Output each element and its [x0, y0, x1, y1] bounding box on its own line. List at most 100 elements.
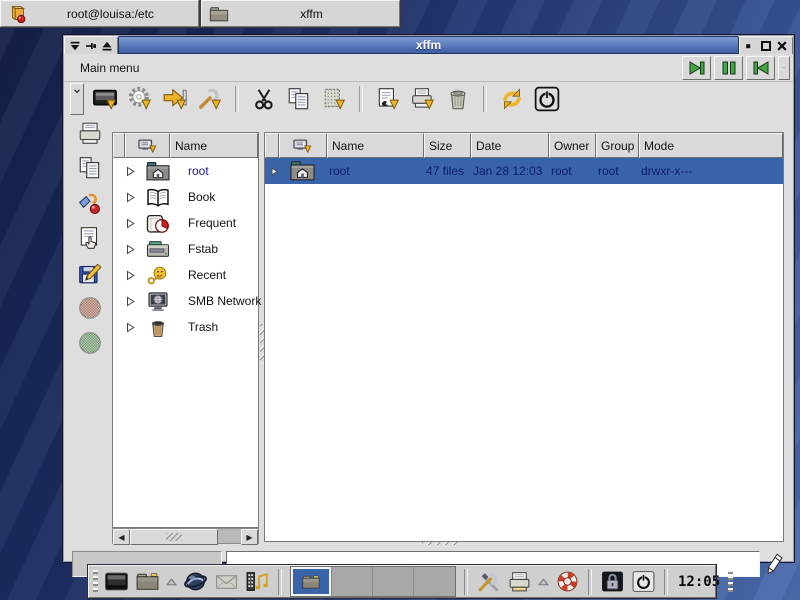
tree-header-icon-button[interactable]	[125, 133, 170, 158]
panel-grip-right[interactable]	[728, 570, 733, 594]
tree-item-recent[interactable]: Recent	[113, 262, 258, 288]
settings-launcher-icon[interactable]	[476, 569, 501, 594]
window-body: Main menu ·	[64, 54, 793, 561]
cell-owner: root	[549, 164, 596, 178]
files-header-icon-button[interactable]	[279, 133, 327, 158]
tree-item-trash[interactable]: Trash	[113, 314, 258, 340]
scrollbar-track[interactable]	[218, 529, 241, 543]
scroll-right-arrow[interactable]: ▶	[241, 529, 258, 545]
files-header-corner[interactable]	[265, 133, 279, 158]
toolbar-separator	[235, 86, 239, 112]
file-row-root[interactable]: root 47 files Jan 28 12:03 root root drw…	[265, 158, 783, 184]
scroll-nav-buttons: ·	[682, 56, 790, 80]
pause-button[interactable]	[714, 56, 743, 80]
column-header-owner[interactable]: Owner	[549, 133, 596, 158]
window-menu-icon[interactable]	[69, 40, 81, 52]
workspace-1[interactable]	[291, 567, 332, 596]
iconify-icon[interactable]	[744, 40, 756, 52]
workspace-3[interactable]	[373, 567, 414, 596]
tree-item-fstab[interactable]: Fstab	[113, 236, 258, 262]
panel-separator	[588, 569, 592, 595]
red-sphere-icon[interactable]	[77, 295, 103, 321]
paste-button[interactable]	[320, 85, 348, 113]
terminal-button[interactable]	[91, 85, 119, 113]
expander-icon[interactable]	[125, 218, 136, 229]
copy-button[interactable]	[285, 85, 313, 113]
expander-icon[interactable]	[125, 192, 136, 203]
expander-icon[interactable]	[125, 296, 136, 307]
scroll-back-button[interactable]	[746, 56, 775, 80]
panel-clock: 12:05	[676, 574, 722, 590]
folder-icon	[208, 3, 230, 25]
workspace-2[interactable]	[332, 567, 373, 596]
popup-arrow-icon[interactable]	[166, 577, 177, 587]
titlebar[interactable]: xffm	[64, 36, 793, 54]
refresh-button[interactable]	[498, 85, 526, 113]
file-manager-launcher-icon[interactable]	[135, 569, 160, 594]
mail-launcher-icon[interactable]	[214, 569, 239, 594]
column-header-group[interactable]: Group	[596, 133, 639, 158]
save-side-icon[interactable]	[77, 260, 103, 286]
expander-icon[interactable]	[270, 166, 279, 177]
cut-button[interactable]	[250, 85, 278, 113]
quit-button[interactable]	[533, 85, 561, 113]
book-icon	[145, 187, 171, 208]
trash-button[interactable]	[444, 85, 472, 113]
eraser-icon[interactable]	[764, 551, 786, 577]
xffm-window: xffm Main menu ·	[62, 34, 795, 563]
column-header-mode[interactable]: Mode	[639, 133, 783, 158]
quit-panel-icon[interactable]	[631, 569, 656, 594]
toolbar-collapse-button[interactable]	[70, 83, 84, 115]
green-sphere-icon[interactable]	[77, 330, 103, 356]
frequent-icon	[145, 213, 171, 234]
run-side-icon[interactable]	[77, 190, 103, 216]
copy-side-icon[interactable]	[77, 155, 103, 181]
expander-icon[interactable]	[125, 322, 136, 333]
tools-button[interactable]	[196, 85, 224, 113]
scrollbar-thumb[interactable]	[130, 529, 218, 545]
expander-icon[interactable]	[125, 244, 136, 255]
workspace-4[interactable]	[414, 567, 455, 596]
terminal-app-icon	[7, 3, 29, 25]
shade-icon[interactable]	[101, 40, 113, 52]
tree-item-root[interactable]: root	[113, 158, 258, 184]
tree-header-name[interactable]: Name	[170, 133, 258, 158]
lock-screen-icon[interactable]	[600, 569, 625, 594]
browser-launcher-icon[interactable]	[183, 569, 208, 594]
close-icon[interactable]	[776, 40, 788, 52]
taskbar-button-terminal[interactable]: root@louisa:/etc	[0, 0, 199, 27]
maximize-icon[interactable]	[760, 40, 772, 52]
properties-button[interactable]	[374, 85, 402, 113]
column-header-date[interactable]: Date	[471, 133, 549, 158]
scroll-forward-button[interactable]	[682, 56, 711, 80]
expander-icon[interactable]	[125, 270, 136, 281]
column-header-size[interactable]: Size	[424, 133, 471, 158]
bottom-panel: 12:05	[88, 565, 716, 598]
popup-arrow-icon[interactable]	[538, 577, 549, 587]
taskbar-button-xffm[interactable]: xffm	[201, 0, 400, 27]
print-side-icon[interactable]	[77, 120, 103, 146]
tree-item-frequent[interactable]: Frequent	[113, 210, 258, 236]
menubar: Main menu ·	[64, 54, 793, 82]
fstab-icon	[145, 239, 171, 260]
print-button[interactable]	[409, 85, 437, 113]
terminal-launcher-icon[interactable]	[104, 569, 129, 594]
panel-grip-left[interactable]	[93, 570, 98, 594]
print-launcher-icon[interactable]	[507, 569, 532, 594]
column-header-name[interactable]: Name	[327, 133, 424, 158]
tree-item-book[interactable]: Book	[113, 184, 258, 210]
touch-side-icon[interactable]	[77, 225, 103, 251]
trash-icon	[445, 86, 471, 112]
settings-button[interactable]	[126, 85, 154, 113]
monitor-arrow-icon	[138, 138, 158, 153]
scroll-left-arrow[interactable]: ◀	[113, 529, 130, 545]
pin-icon[interactable]	[85, 40, 97, 52]
help-launcher-icon[interactable]	[555, 569, 580, 594]
main-menu-item[interactable]: Main menu	[64, 61, 149, 75]
tree-item-smb-network[interactable]: SMB Network	[113, 288, 258, 314]
media-launcher-icon[interactable]	[245, 569, 270, 594]
tree-header-corner[interactable]	[113, 133, 125, 158]
expander-icon[interactable]	[125, 166, 136, 177]
nav-more-button[interactable]: ·	[778, 56, 790, 80]
goto-button[interactable]	[161, 85, 189, 113]
